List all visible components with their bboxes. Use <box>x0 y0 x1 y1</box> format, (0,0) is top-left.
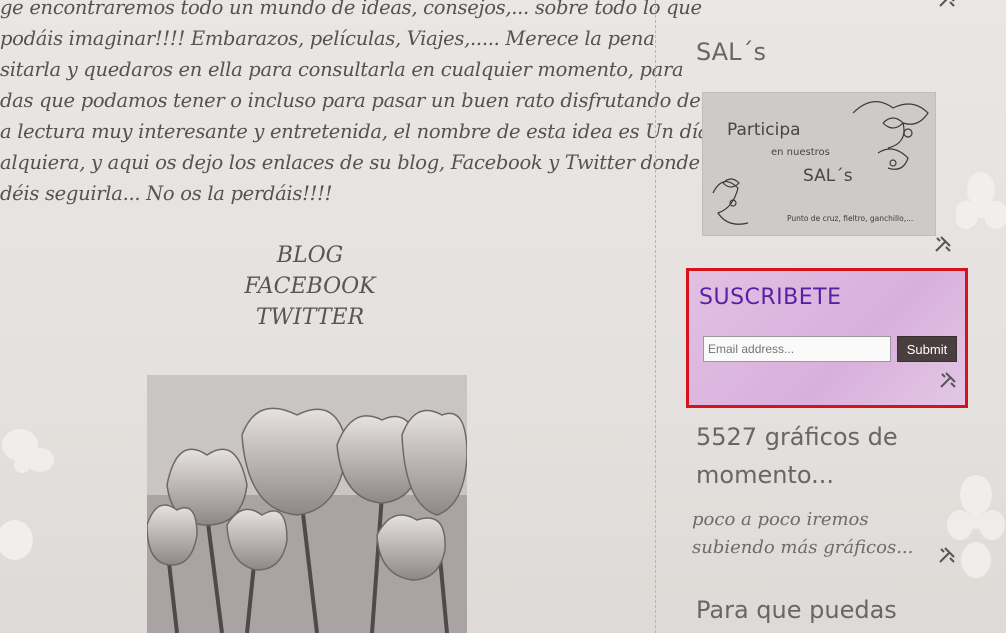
post-paragraph: ge encontraremos todo un mundo de ideas,… <box>0 0 710 209</box>
graphics-count-title: 5527 gráficos de momento... <box>696 423 898 489</box>
screwdriver-wrench-icon[interactable] <box>934 235 952 253</box>
tulips-photo-image <box>147 375 467 633</box>
blog-link[interactable]: BLOG <box>150 240 470 271</box>
twitter-link[interactable]: TWITTER <box>150 302 470 333</box>
next-gadget-title: Para que puedas <box>696 596 897 624</box>
banner-participa: Participa <box>727 120 801 140</box>
screwdriver-wrench-icon[interactable] <box>939 371 957 389</box>
post-line: déis seguirla... No os la perdáis!!!! <box>0 182 333 205</box>
banner-en-nuestros: en nuestros <box>771 147 830 158</box>
submit-button[interactable]: Submit <box>897 336 957 362</box>
subscribe-widget: SUSCRIBETE Submit <box>686 268 968 408</box>
orchid-decoration <box>947 475 1005 578</box>
subscribe-title: SUSCRIBETE <box>699 285 842 310</box>
banner-sals: SAL´s <box>803 166 853 186</box>
sals-banner-ornament: Participa en nuestros SAL´s Punto de cru… <box>703 93 935 235</box>
facebook-link[interactable]: FACEBOOK <box>150 271 470 302</box>
post-links: BLOG FACEBOOK TWITTER <box>150 240 470 333</box>
post-line: a lectura muy interesante y entretenida,… <box>0 120 710 143</box>
sidebar: SAL´s Participa en nuestros SAL´s Punto … <box>656 0 1006 633</box>
post-line: podáis imaginar!!!! Embarazos, películas… <box>0 27 655 50</box>
screwdriver-wrench-icon[interactable] <box>938 0 956 8</box>
post-line: alquiera, y aqui os dejo los enlaces de … <box>0 151 700 174</box>
orchid-decoration <box>956 172 1006 229</box>
post-line: ge encontraremos todo un mundo de ideas,… <box>0 0 702 19</box>
sals-banner[interactable]: Participa en nuestros SAL´s Punto de cru… <box>702 92 936 236</box>
orchid-decoration <box>0 429 54 560</box>
post-line: das que podamos tener o incluso para pas… <box>0 89 701 112</box>
tulips-photo <box>147 375 467 633</box>
post-line: sitarla y quedaros en ella para consulta… <box>0 58 684 81</box>
graphics-count-desc: poco a poco iremos subiendo más gráficos… <box>692 509 914 558</box>
banner-footer: Punto de cruz, fieltro, ganchillo,... <box>787 214 913 223</box>
post-body: ge encontraremos todo un mundo de ideas,… <box>0 0 710 633</box>
sals-title: SAL´s <box>696 38 766 66</box>
email-field[interactable] <box>703 336 891 362</box>
